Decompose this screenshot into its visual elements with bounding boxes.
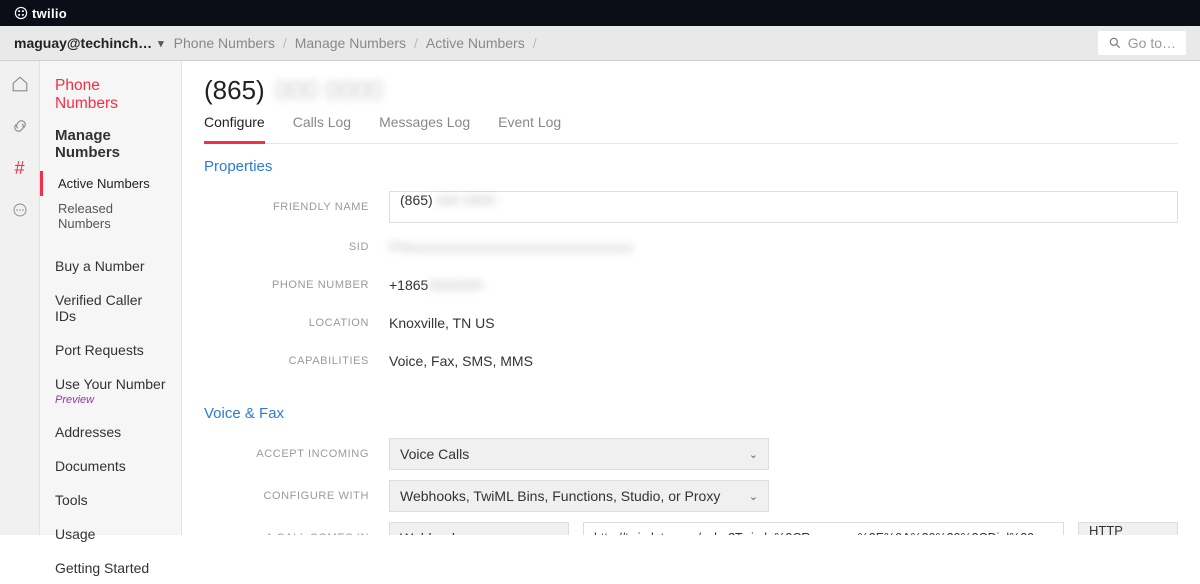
crumb-active-numbers[interactable]: Active Numbers [426,35,525,51]
preview-badge: Preview [55,394,166,406]
row-location: LOCATION Knoxville, TN US [204,309,1178,337]
sidebar-item-buy[interactable]: Buy a Number [40,250,181,282]
row-accept-incoming: ACCEPT INCOMING Voice Calls ⌄ [204,438,1178,470]
value-location: Knoxville, TN US [389,315,1178,331]
friendly-name-prefix: (865) [400,192,433,208]
sidebar-title[interactable]: Phone Numbers [40,77,181,127]
sidebar-sublist: Active Numbers Released Numbers [40,171,181,236]
sidebar-item-use-label: Use Your Number [55,376,166,392]
sidebar-item-active-numbers[interactable]: Active Numbers [40,171,181,196]
configure-with-select[interactable]: Webhooks, TwiML Bins, Functions, Studio,… [389,480,769,512]
sidebar-nav: Buy a Number Verified Caller IDs Port Re… [40,250,181,584]
brand-logo[interactable]: twilio [14,6,67,21]
crumb-manage-numbers[interactable]: Manage Numbers [295,35,406,51]
breadcrumb: Phone Numbers/ Manage Numbers/ Active Nu… [174,35,537,51]
row-phone: PHONE NUMBER +18650000000 [204,271,1178,299]
label-capabilities: CAPABILITIES [204,355,389,367]
section-properties: Properties [204,158,1178,175]
tabs: Configure Calls Log Messages Log Event L… [204,114,1178,144]
tab-messages-log[interactable]: Messages Log [379,114,470,144]
chevron-down-icon: ⌄ [1156,530,1167,535]
goto-search[interactable]: Go to… [1098,31,1186,55]
tab-configure[interactable]: Configure [204,114,265,144]
rail-more-icon[interactable] [11,201,29,219]
sidebar-item-addresses[interactable]: Addresses [40,416,181,448]
crumb-phone-numbers[interactable]: Phone Numbers [174,35,275,51]
sidebar-item-getting-started[interactable]: Getting Started [40,552,181,584]
row-configure-with: CONFIGURE WITH Webhooks, TwiML Bins, Fun… [204,480,1178,512]
value-capabilities: Voice, Fax, SMS, MMS [389,353,1178,369]
section-voice-fax: Voice & Fax [204,405,1178,422]
sidebar-item-use-your-number[interactable]: Use Your Number Preview [40,368,181,414]
sidebar-item-tools[interactable]: Tools [40,484,181,516]
phone-obscured: 0000000 [428,277,483,293]
call-in-type-select[interactable]: Webhook ⌄ [389,522,569,535]
rail-link-icon[interactable] [11,117,29,135]
chevron-down-icon: ▾ [158,37,164,50]
rail-home-icon[interactable] [11,75,29,93]
label-location: LOCATION [204,317,389,329]
friendly-name-input[interactable]: (865) 000 0000 [389,191,1178,223]
sidebar-item-verified[interactable]: Verified Caller IDs [40,284,181,332]
value-phone: +18650000000 [389,277,1178,293]
page-title: (865) 000 0000 [204,75,1178,106]
label-configure-with: CONFIGURE WITH [204,490,389,502]
chevron-down-icon: ⌄ [749,490,758,503]
chevron-down-icon: ⌄ [749,448,758,461]
icon-rail: # [0,61,40,535]
accept-incoming-select[interactable]: Voice Calls ⌄ [389,438,769,470]
page-title-obscured: 000 0000 [275,75,383,106]
label-friendly-name: FRIENDLY NAME [204,201,389,213]
main-container: # Phone Numbers Manage Numbers Active Nu… [0,61,1200,535]
friendly-name-obscured: 000 0000 [437,192,495,208]
label-sid: SID [204,241,389,253]
label-phone: PHONE NUMBER [204,279,389,291]
call-in-url-input[interactable] [583,522,1064,535]
main-content: (865) 000 0000 Configure Calls Log Messa… [182,61,1200,535]
tab-event-log[interactable]: Event Log [498,114,561,144]
goto-placeholder: Go to… [1128,35,1176,51]
sidebar-item-documents[interactable]: Documents [40,450,181,482]
twilio-logo-icon [14,6,28,20]
configure-with-value: Webhooks, TwiML Bins, Functions, Studio,… [400,488,720,504]
breadcrumb-bar: maguay@techinch… ▾ Phone Numbers/ Manage… [0,26,1200,61]
call-in-type-value: Webhook [400,530,459,535]
label-accept: ACCEPT INCOMING [204,448,389,460]
accept-incoming-value: Voice Calls [400,446,469,462]
account-name: maguay@techinch… [14,35,152,51]
call-in-method-value: HTTP POST [1089,523,1156,535]
top-bar: twilio [0,0,1200,26]
value-sid: PNxxxxxxxxxxxxxxxxxxxxxxxxxxxxxxxx [389,239,1178,255]
brand-name: twilio [32,6,67,21]
phone-prefix: +1865 [389,277,428,293]
row-call-comes-in: A CALL COMES IN Webhook ⌄ HTTP POST ⌄ [204,522,1178,535]
chevron-down-icon: ⌄ [549,532,558,536]
sidebar: Phone Numbers Manage Numbers Active Numb… [40,61,182,535]
call-in-method-select[interactable]: HTTP POST ⌄ [1078,522,1178,535]
rail-hash-icon[interactable]: # [11,159,29,177]
search-icon [1108,36,1122,50]
account-switcher[interactable]: maguay@techinch… ▾ [14,35,164,51]
page-title-prefix: (865) [204,75,265,106]
sidebar-section-manage[interactable]: Manage Numbers [40,127,181,171]
sidebar-item-port[interactable]: Port Requests [40,334,181,366]
sidebar-item-usage[interactable]: Usage [40,518,181,550]
tab-calls-log[interactable]: Calls Log [293,114,351,144]
row-capabilities: CAPABILITIES Voice, Fax, SMS, MMS [204,347,1178,375]
sidebar-item-released-numbers[interactable]: Released Numbers [40,196,181,236]
row-sid: SID PNxxxxxxxxxxxxxxxxxxxxxxxxxxxxxxxx [204,233,1178,261]
row-friendly-name: FRIENDLY NAME (865) 000 0000 [204,191,1178,223]
